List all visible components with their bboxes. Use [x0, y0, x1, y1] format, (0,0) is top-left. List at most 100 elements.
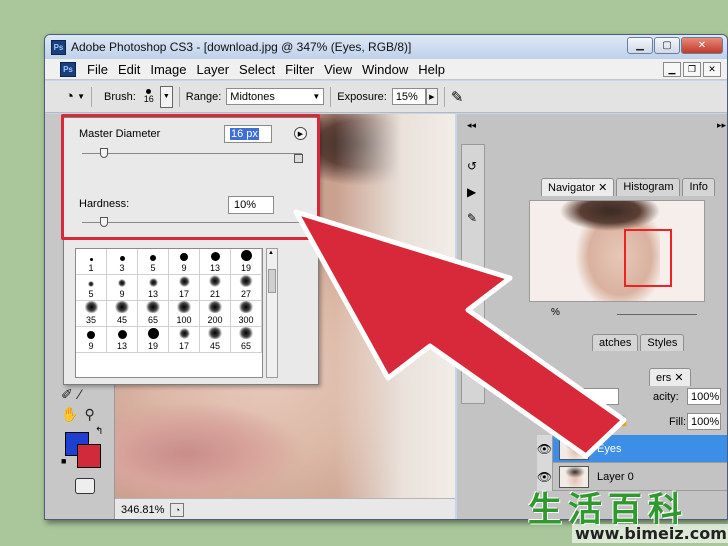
brush-preset-cell[interactable]: 200	[200, 301, 231, 327]
doc-minimize-button[interactable]: ▁	[663, 62, 681, 77]
navigator-zoom-value[interactable]: %	[551, 307, 560, 318]
navigator-preview[interactable]	[529, 200, 705, 302]
master-diameter-slider[interactable]	[82, 153, 302, 154]
default-colors-icon[interactable]: ■	[61, 456, 66, 466]
master-diameter-input[interactable]: 16 px	[224, 125, 272, 143]
brush-preset-cell[interactable]: 35	[76, 301, 107, 327]
brush-preset-cell[interactable]: 17	[169, 327, 200, 353]
brush-preset-cell[interactable]: 9	[107, 275, 138, 301]
opacity-input[interactable]: 100%	[687, 388, 721, 405]
menu-layer[interactable]: Layer	[192, 62, 235, 77]
tab-info[interactable]: Info	[682, 178, 715, 196]
background-color-swatch[interactable]	[77, 444, 101, 468]
presets-scrollbar[interactable]: ▲	[266, 248, 278, 378]
fill-input[interactable]: 100%	[687, 413, 721, 430]
navigator-view-box[interactable]	[624, 229, 672, 287]
minimize-button[interactable]: ▁	[627, 37, 653, 54]
brush-preset-cell[interactable]: 9	[169, 249, 200, 275]
brush-preset-cell[interactable]: 13	[200, 249, 231, 275]
hardness-label: Hardness:	[79, 198, 130, 210]
document-logo-icon[interactable]: Ps	[60, 61, 76, 77]
airbrush-icon[interactable]: ✎	[451, 88, 464, 106]
brush-preset-cell[interactable]: 9	[76, 327, 107, 353]
eye-icon[interactable]: 👁	[537, 434, 553, 463]
brush-preset-cell[interactable]: 13	[107, 327, 138, 353]
zoom-level[interactable]: 346.81%	[121, 504, 164, 516]
blend-mode-select[interactable]: Normal	[539, 388, 619, 405]
tab-histogram[interactable]: Histogram	[616, 178, 681, 196]
brush-preset-cell[interactable]: 65	[138, 301, 169, 327]
brush-tip-icon	[118, 279, 126, 287]
scrollbar-thumb[interactable]	[268, 269, 276, 293]
tab-styles[interactable]: Styles	[640, 334, 685, 351]
menu-file[interactable]: File	[82, 62, 113, 77]
brush-tip-icon	[207, 301, 223, 313]
brush-tip-icon	[88, 281, 94, 287]
expand-icon[interactable]: ▸▸	[717, 120, 726, 131]
layer-row-layer0[interactable]: 👁 Layer 0	[537, 462, 727, 491]
menu-image[interactable]: Image	[145, 62, 191, 77]
eye-icon[interactable]: 👁	[537, 462, 553, 491]
menu-filter[interactable]: Filter	[280, 62, 319, 77]
scroll-up-icon[interactable]: ▲	[268, 250, 274, 256]
doc-restore-button[interactable]: ❐	[683, 62, 701, 77]
range-select[interactable]: Midtones ▼	[226, 88, 325, 105]
menu-bar: Ps File Edit Image Layer Select Filter V…	[45, 59, 727, 80]
eyedropper-tool-icon[interactable]: ⁄	[79, 386, 81, 403]
brush-preset-cell[interactable]: 21	[200, 275, 231, 301]
close-button[interactable]: ✕	[681, 37, 723, 54]
navigator-zoom-slider[interactable]	[617, 314, 697, 315]
doc-close-button[interactable]: ✕	[703, 62, 721, 77]
master-diameter-slider-thumb[interactable]	[100, 148, 108, 158]
brush-preset-cell[interactable]: 5	[76, 275, 107, 301]
brush-preset-cell[interactable]: 13	[138, 275, 169, 301]
brush-preset-cell[interactable]: 3	[107, 249, 138, 275]
brush-tip-icon	[87, 331, 95, 339]
notes-tool-icon[interactable]: ✐	[61, 386, 73, 403]
brush-preset-cell[interactable]: 45	[107, 301, 138, 327]
lock-icons[interactable]: ▦✎✥🔒	[575, 414, 634, 427]
zoom-tool-icon[interactable]: ⚲	[84, 406, 94, 423]
brush-label: Brush:	[103, 90, 136, 103]
layer-row-eyes[interactable]: 👁 Eyes	[537, 434, 727, 463]
exposure-slider-button[interactable]: ▶	[425, 88, 438, 105]
menu-select[interactable]: Select	[234, 62, 280, 77]
hardness-slider[interactable]	[82, 222, 302, 223]
brush-preset-cell[interactable]: 19	[231, 249, 262, 275]
quick-mask-button[interactable]	[75, 478, 95, 494]
status-menu-icon[interactable]: ◔	[170, 502, 185, 517]
menu-help[interactable]: Help	[413, 62, 450, 77]
hardness-slider-thumb[interactable]	[100, 217, 108, 227]
hand-tool-icon[interactable]: ✋	[61, 406, 78, 423]
brush-preview[interactable]: 16	[144, 89, 154, 104]
brush-preset-cell[interactable]: 27	[231, 275, 262, 301]
menu-edit[interactable]: Edit	[113, 62, 145, 77]
brush-preset-cell[interactable]: 100	[169, 301, 200, 327]
brush-preset-cell[interactable]: 1	[76, 249, 107, 275]
brushes-panel-icon[interactable]: ✎	[467, 211, 477, 225]
brush-preset-cell[interactable]: 19	[138, 327, 169, 353]
brush-preset-cell[interactable]: 65	[231, 327, 262, 353]
tab-navigator[interactable]: Navigator ✕	[541, 178, 615, 196]
brush-preset-cell[interactable]: 5	[138, 249, 169, 275]
swap-colors-icon[interactable]: ↰	[95, 426, 103, 437]
save-preset-icon[interactable]	[294, 154, 303, 163]
brush-preset-cell[interactable]: 45	[200, 327, 231, 353]
hardness-input[interactable]: 10%	[228, 196, 274, 214]
brush-preset-cell[interactable]: 17	[169, 275, 200, 301]
title-bar[interactable]: Ps Adobe Photoshop CS3 - [download.jpg @…	[45, 35, 727, 59]
tool-preset-dropdown-icon[interactable]: ▼	[77, 92, 85, 101]
brush-preset-cell[interactable]: 300	[231, 301, 262, 327]
picker-menu-button[interactable]: ▶	[294, 127, 307, 140]
actions-icon[interactable]: ▶	[467, 185, 476, 199]
exposure-input[interactable]: 15%	[391, 88, 426, 105]
menu-window[interactable]: Window	[357, 62, 413, 77]
menu-view[interactable]: View	[319, 62, 357, 77]
collapse-icon[interactable]: ◂◂	[467, 120, 476, 131]
maximize-button[interactable]: ▢	[654, 37, 680, 54]
brush-picker-button[interactable]: ▼	[159, 85, 173, 108]
tab-layers[interactable]: ers ✕	[649, 368, 691, 386]
dodge-tool-icon[interactable]: ◔	[65, 88, 74, 105]
history-icon[interactable]: ↺	[467, 159, 477, 173]
tab-swatches[interactable]: atches	[592, 334, 639, 351]
